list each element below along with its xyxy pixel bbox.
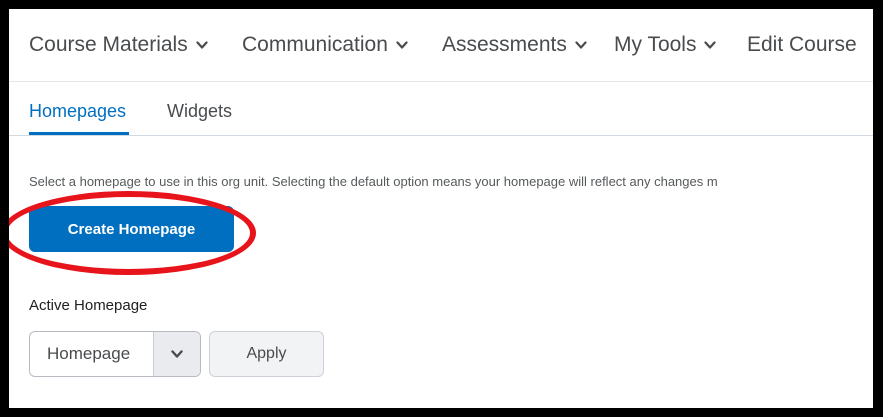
nav-course-materials[interactable]: Course Materials	[29, 33, 208, 57]
nav-assessments[interactable]: Assessments	[442, 33, 587, 57]
page-frame: Course Materials Communication Assessmen…	[9, 9, 873, 408]
chevron-down-icon	[196, 40, 208, 49]
active-tab-indicator	[29, 132, 129, 135]
nav-my-tools-label: My Tools	[614, 33, 697, 56]
active-homepage-label: Active Homepage	[29, 297, 148, 314]
nav-course-materials-label: Course Materials	[29, 33, 188, 56]
chevron-down-icon	[704, 40, 717, 49]
homepage-help-text: Select a homepage to use in this org uni…	[29, 174, 718, 189]
tab-widgets[interactable]: Widgets	[167, 101, 232, 122]
chevron-down-icon	[396, 40, 408, 49]
chevron-down-icon	[171, 349, 183, 358]
tab-bar: Homepages Widgets	[9, 89, 873, 136]
nav-edit-course[interactable]: Edit Course	[747, 33, 857, 57]
course-navbar: Course Materials Communication Assessmen…	[9, 9, 873, 82]
select-arrow[interactable]	[153, 332, 200, 376]
active-homepage-select-value: Homepage	[47, 344, 131, 363]
nav-assessments-label: Assessments	[442, 33, 567, 56]
chevron-down-icon	[575, 40, 587, 49]
nav-communication[interactable]: Communication	[242, 33, 408, 57]
nav-my-tools[interactable]: My Tools	[614, 33, 717, 57]
nav-edit-course-label: Edit Course	[747, 33, 857, 56]
tab-homepages[interactable]: Homepages	[29, 101, 126, 122]
apply-button[interactable]: Apply	[209, 331, 324, 377]
active-homepage-select[interactable]: Homepage	[29, 331, 201, 377]
nav-communication-label: Communication	[242, 33, 388, 56]
create-homepage-button[interactable]: Create Homepage	[29, 206, 234, 252]
